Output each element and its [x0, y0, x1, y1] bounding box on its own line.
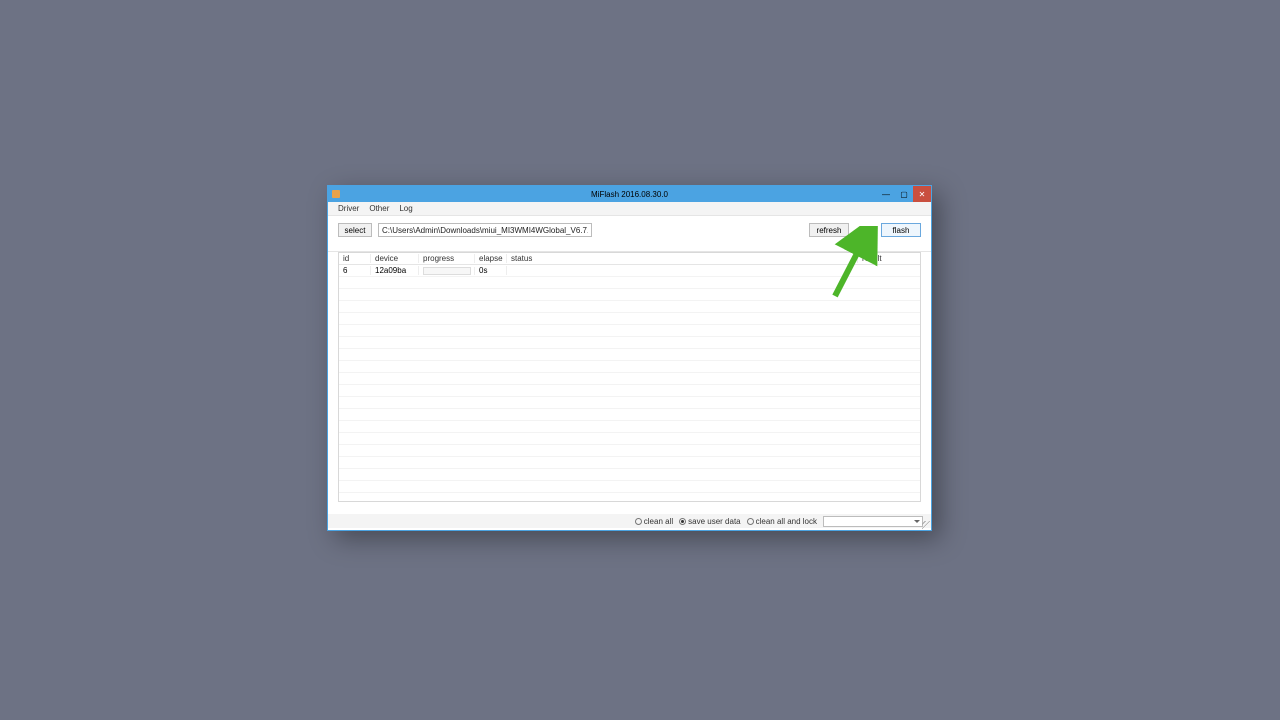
- radio-save-user-data-label: save user data: [688, 517, 740, 526]
- table-row[interactable]: 6 12a09ba 0s: [339, 265, 920, 277]
- select-button[interactable]: select: [338, 223, 372, 237]
- rom-path-input[interactable]: [378, 223, 592, 237]
- app-window: MiFlash 2016.08.30.0 — ▢ ✕ Driver Other …: [327, 185, 932, 531]
- resize-grip-icon[interactable]: [922, 521, 930, 529]
- radio-dot: [635, 518, 642, 525]
- menu-driver[interactable]: Driver: [338, 204, 359, 213]
- radio-clean-all-label: clean all: [644, 517, 673, 526]
- header-id[interactable]: id: [339, 254, 371, 263]
- radio-clean-all-and-lock[interactable]: clean all and lock: [747, 517, 817, 526]
- cell-progress: [419, 267, 475, 275]
- close-button[interactable]: ✕: [913, 186, 931, 202]
- cell-id: 6: [339, 266, 371, 275]
- cell-elapse: 0s: [475, 266, 507, 275]
- script-combo[interactable]: [823, 516, 923, 527]
- radio-dot: [679, 518, 686, 525]
- table-header: id device progress elapse status result: [339, 253, 920, 265]
- device-table: id device progress elapse status result …: [338, 252, 921, 502]
- flash-button[interactable]: flash: [881, 223, 921, 237]
- minimize-button[interactable]: —: [877, 186, 895, 202]
- refresh-button[interactable]: refresh: [809, 223, 849, 237]
- window-title: MiFlash 2016.08.30.0: [328, 190, 931, 199]
- statusbar: clean all save user data clean all and l…: [328, 514, 931, 528]
- maximize-button[interactable]: ▢: [895, 186, 913, 202]
- cell-device: 12a09ba: [371, 266, 419, 275]
- toolbar: select refresh flash: [328, 216, 931, 244]
- header-status[interactable]: status: [507, 254, 858, 263]
- radio-save-user-data[interactable]: save user data: [679, 517, 740, 526]
- header-device[interactable]: device: [371, 254, 419, 263]
- menu-log[interactable]: Log: [399, 204, 412, 213]
- radio-dot: [747, 518, 754, 525]
- progress-bar: [423, 267, 471, 275]
- table-empty-rows: [339, 277, 920, 493]
- menubar: Driver Other Log: [328, 202, 931, 216]
- toolbar-divider: [328, 244, 931, 252]
- radio-clean-all-and-lock-label: clean all and lock: [756, 517, 817, 526]
- header-result[interactable]: result: [858, 254, 920, 263]
- header-progress[interactable]: progress: [419, 254, 475, 263]
- titlebar[interactable]: MiFlash 2016.08.30.0 — ▢ ✕: [328, 186, 931, 202]
- radio-clean-all[interactable]: clean all: [635, 517, 673, 526]
- header-elapse[interactable]: elapse: [475, 254, 507, 263]
- window-controls: — ▢ ✕: [877, 186, 931, 202]
- menu-other[interactable]: Other: [369, 204, 389, 213]
